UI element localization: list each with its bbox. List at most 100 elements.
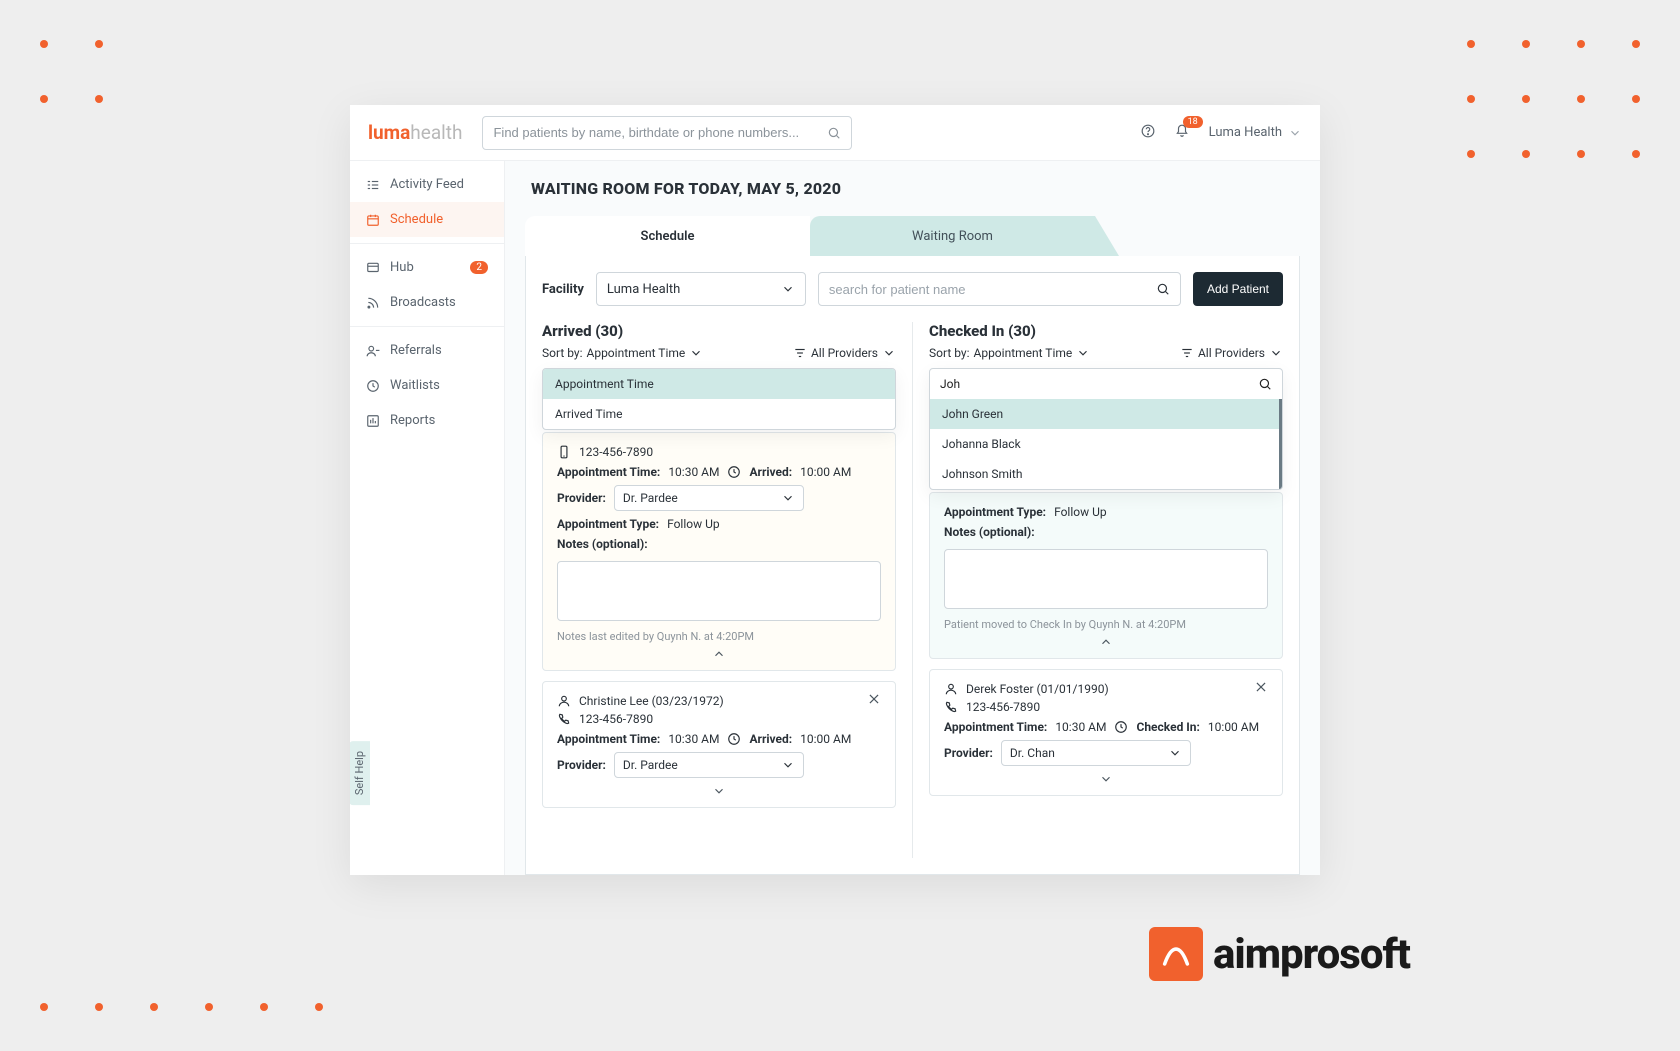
autocomplete-value[interactable]: Joh xyxy=(940,377,960,391)
app-window: lumahealth 18 Luma Health Activity Feed xyxy=(350,105,1320,875)
arrived-label: Arrived: xyxy=(749,732,792,746)
notes-textarea[interactable] xyxy=(557,561,881,621)
sort-by-value: Appointment Time xyxy=(974,346,1073,360)
filter-icon xyxy=(793,346,807,360)
clock-icon xyxy=(366,379,380,393)
facility-row: Facility Luma Health Add Patient xyxy=(542,272,1283,306)
sort-dropdown: Appointment Time Arrived Time xyxy=(542,368,896,430)
expand-toggle[interactable] xyxy=(557,784,881,801)
collapse-toggle[interactable] xyxy=(944,635,1268,652)
tab-schedule[interactable]: Schedule xyxy=(525,216,810,256)
sidebar-item-reports[interactable]: Reports xyxy=(350,403,504,438)
autocomplete-result[interactable]: Johanna Black xyxy=(930,429,1279,459)
notes-textarea[interactable] xyxy=(944,549,1268,609)
brand-health: health xyxy=(410,121,462,144)
patient-name: Derek Foster (01/01/1990) xyxy=(966,682,1109,696)
patient-phone: 123-456-7890 xyxy=(966,700,1040,714)
account-menu[interactable]: Luma Health xyxy=(1209,125,1302,140)
sidebar-item-label: Reports xyxy=(390,413,435,428)
sidebar-item-referrals[interactable]: Referrals xyxy=(350,333,504,368)
clock-icon xyxy=(1114,720,1128,734)
global-search-input[interactable] xyxy=(493,125,827,140)
sidebar-item-label: Broadcasts xyxy=(390,295,456,310)
sidebar-item-schedule[interactable]: Schedule xyxy=(350,202,504,237)
appt-time-label: Appointment Time: xyxy=(944,720,1047,734)
filter-icon xyxy=(1180,346,1194,360)
patient-card: 123-456-7890 Appointment Time: 10:30 AM … xyxy=(542,432,896,671)
chevron-down-icon xyxy=(1099,772,1113,786)
phone-icon xyxy=(557,712,571,726)
arrived-label: Arrived: xyxy=(749,465,792,479)
sort-option[interactable]: Appointment Time xyxy=(543,369,895,399)
provider-select[interactable]: Dr. Pardee xyxy=(614,752,804,778)
chevron-down-icon xyxy=(689,346,703,360)
provider-select[interactable]: Dr. Chan xyxy=(1001,740,1191,766)
appt-time-label: Appointment Time: xyxy=(557,465,660,479)
provider-select[interactable]: Dr. Pardee xyxy=(614,485,804,511)
clock-icon xyxy=(727,465,741,479)
expand-toggle[interactable] xyxy=(944,772,1268,789)
sidebar-item-label: Waitlists xyxy=(390,378,440,393)
patient-search[interactable] xyxy=(818,272,1181,306)
column-arrived: Arrived (30) Sort by: Appointment Time xyxy=(542,322,913,858)
appt-type-value: Follow Up xyxy=(1054,505,1107,519)
topbar: lumahealth 18 Luma Health xyxy=(350,105,1320,161)
appt-time-value: 10:30 AM xyxy=(668,465,719,479)
hub-icon xyxy=(366,261,380,275)
patient-search-input[interactable] xyxy=(829,282,1156,297)
sidebar-item-hub[interactable]: Hub 2 xyxy=(350,250,504,285)
patient-phone: 123-456-7890 xyxy=(579,445,653,459)
patient-card: Derek Foster (01/01/1990) 123-456-7890 xyxy=(929,669,1283,796)
chart-icon xyxy=(366,414,380,428)
sidebar-item-activity-feed[interactable]: Activity Feed xyxy=(350,167,504,202)
providers-filter[interactable]: All Providers xyxy=(1180,346,1283,360)
checked-in-label: Checked In: xyxy=(1136,720,1199,734)
facility-select[interactable]: Luma Health xyxy=(596,272,806,306)
card-footnote: Patient moved to Check In by Quynh N. at… xyxy=(944,618,1268,631)
close-icon xyxy=(1254,680,1268,694)
chevron-down-icon xyxy=(1168,746,1182,760)
user-icon xyxy=(557,694,571,708)
autocomplete-result[interactable]: Johnson Smith xyxy=(930,459,1279,489)
page-title: WAITING ROOM FOR TODAY, MAY 5, 2020 xyxy=(505,179,1320,216)
close-button[interactable] xyxy=(867,692,881,710)
tabset: Schedule Waiting Room xyxy=(505,216,1320,256)
sort-by-value: Appointment Time xyxy=(587,346,686,360)
collapse-toggle[interactable] xyxy=(557,647,881,664)
sort-by-select[interactable]: Appointment Time xyxy=(974,346,1091,360)
self-help-tab[interactable]: Self Help xyxy=(350,741,370,805)
sort-by-select[interactable]: Appointment Time xyxy=(587,346,704,360)
help-button[interactable] xyxy=(1141,123,1155,142)
rss-icon xyxy=(366,296,380,310)
providers-filter[interactable]: All Providers xyxy=(793,346,896,360)
appt-type-label: Appointment Type: xyxy=(944,505,1046,519)
sidebar-item-label: Referrals xyxy=(390,343,442,358)
help-icon xyxy=(1141,124,1155,138)
providers-filter-label: All Providers xyxy=(1198,346,1265,360)
column-title: Arrived (30) xyxy=(542,322,896,340)
sort-by-label: Sort by: xyxy=(542,346,583,360)
appt-type-value: Follow Up xyxy=(667,517,720,531)
sidebar-item-waitlists[interactable]: Waitlists xyxy=(350,368,504,403)
card-footnote: Notes last edited by Quynh N. at 4:20PM xyxy=(557,630,881,643)
autocomplete-result[interactable]: John Green xyxy=(930,399,1279,429)
sort-option[interactable]: Arrived Time xyxy=(543,399,895,429)
add-patient-button[interactable]: Add Patient xyxy=(1193,272,1283,306)
chevron-down-icon xyxy=(1076,346,1090,360)
account-label: Luma Health xyxy=(1209,125,1282,140)
notifications-button[interactable]: 18 xyxy=(1175,123,1189,142)
columns: Arrived (30) Sort by: Appointment Time xyxy=(542,322,1283,858)
close-button[interactable] xyxy=(1254,680,1268,698)
patient-card: Appointment Type: Follow Up Notes (optio… xyxy=(929,492,1283,659)
notes-label: Notes (optional): xyxy=(557,537,648,551)
chevron-up-icon xyxy=(1099,635,1113,649)
sidebar-item-label: Hub xyxy=(390,260,414,275)
sidebar-item-label: Activity Feed xyxy=(390,177,464,192)
provider-label: Provider: xyxy=(944,746,993,760)
global-search[interactable] xyxy=(482,116,852,150)
waiting-room-panel: Facility Luma Health Add Patient Arrived xyxy=(525,256,1300,875)
appt-type-label: Appointment Type: xyxy=(557,517,659,531)
sidebar-item-broadcasts[interactable]: Broadcasts xyxy=(350,285,504,320)
appt-time-value: 10:30 AM xyxy=(668,732,719,746)
tab-waiting-room[interactable]: Waiting Room xyxy=(810,216,1095,256)
